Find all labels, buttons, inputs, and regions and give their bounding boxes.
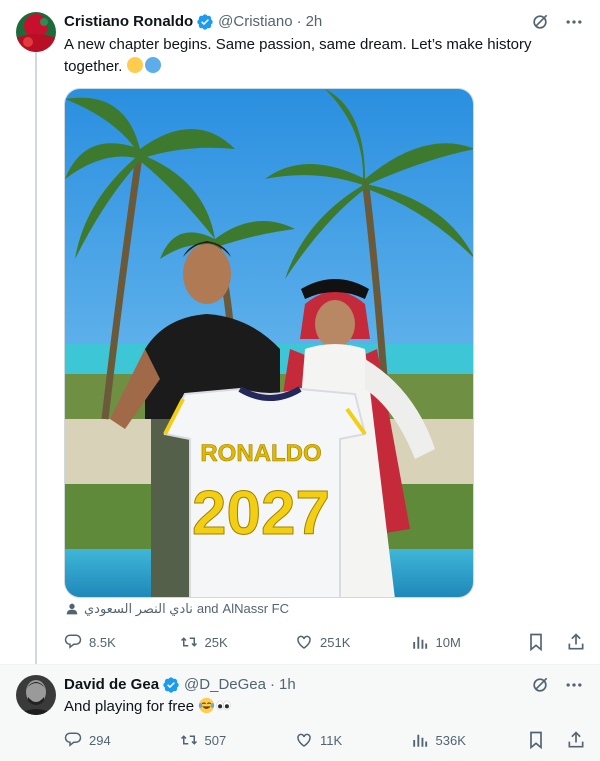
share-icon[interactable]: [566, 632, 586, 652]
separator-dot: ·: [269, 676, 275, 693]
separator-dot: ·: [296, 13, 302, 30]
views-icon: [412, 734, 427, 747]
grok-icon[interactable]: [530, 12, 550, 32]
tweet-actions: 294 507 11K 536K: [64, 730, 586, 750]
like-count: 11K: [320, 732, 343, 748]
retweet-count: 25K: [204, 634, 228, 650]
timestamp[interactable]: 2h: [306, 12, 323, 32]
bookmark-icon[interactable]: [526, 730, 546, 750]
person-tag-icon: [66, 603, 78, 615]
blue-heart-emoji: [144, 57, 161, 73]
eyes-emoji: [215, 697, 232, 714]
views-count: 10M: [435, 634, 461, 650]
retweet-icon: [180, 637, 197, 647]
tears-of-joy-emoji: [198, 697, 215, 714]
verified-badge-icon: [162, 676, 180, 694]
more-icon[interactable]: [564, 675, 584, 695]
tagged-account[interactable]: AlNassr FC: [223, 601, 289, 617]
tweet-text: And playing for free: [64, 696, 564, 718]
like-icon: [297, 635, 311, 649]
tagged-accounts[interactable]: نادي النصر السعودي and AlNassr FC: [64, 601, 289, 617]
tweet-text-content: And playing for free: [64, 698, 195, 715]
reply-count: 294: [89, 732, 111, 748]
like-button[interactable]: 11K: [295, 731, 411, 749]
tweet-text: A new chapter begins. Same passion, same…: [64, 34, 564, 78]
avatar-degea[interactable]: [16, 675, 56, 715]
tagged-joiner: and: [196, 601, 219, 616]
like-count: 251K: [320, 634, 351, 650]
avatar-cristiano[interactable]: [16, 12, 56, 52]
more-icon[interactable]: [564, 12, 584, 32]
like-button[interactable]: 251K: [295, 633, 411, 651]
retweet-icon: [180, 735, 197, 745]
like-icon: [297, 733, 311, 747]
tweet-cristiano[interactable]: Cristiano Ronaldo @Cristiano · 2h A new …: [0, 0, 600, 664]
tagged-arabic-account[interactable]: نادي النصر السعودي: [84, 601, 193, 617]
author-name[interactable]: Cristiano Ronaldo: [64, 12, 193, 32]
reply-button[interactable]: 8.5K: [64, 633, 180, 651]
share-icon[interactable]: [566, 730, 586, 750]
views-button[interactable]: 536K: [411, 731, 527, 749]
bookmark-icon[interactable]: [526, 632, 546, 652]
views-button[interactable]: 10M: [411, 633, 527, 651]
views-count: 536K: [435, 732, 466, 748]
author-handle[interactable]: @D_DeGea: [184, 675, 266, 695]
retweet-button[interactable]: 25K: [180, 633, 296, 651]
retweet-button[interactable]: 507: [180, 731, 296, 749]
jersey-number-text: 2027: [192, 479, 330, 548]
tweet-photo[interactable]: RONALDO 2027: [64, 88, 474, 598]
author-handle[interactable]: @Cristiano: [218, 12, 292, 32]
jersey-name-text: RONALDO: [200, 440, 321, 467]
views-icon: [412, 636, 427, 649]
verified-badge-icon: [196, 13, 214, 31]
reply-icon: [64, 732, 82, 747]
reply-icon: [64, 634, 82, 649]
tweet-actions: 8.5K 25K 251K 10M: [64, 632, 586, 652]
tweet-degea[interactable]: David de Gea @D_DeGea · 1h And playing f…: [0, 664, 600, 761]
grok-icon[interactable]: [530, 675, 550, 695]
yellow-heart-emoji: [126, 57, 143, 73]
reply-button[interactable]: 294: [64, 731, 180, 749]
author-name[interactable]: David de Gea: [64, 675, 159, 695]
thread-line: [35, 52, 37, 664]
timestamp[interactable]: 1h: [279, 675, 296, 695]
reply-count: 8.5K: [89, 634, 116, 650]
retweet-count: 507: [204, 732, 227, 748]
